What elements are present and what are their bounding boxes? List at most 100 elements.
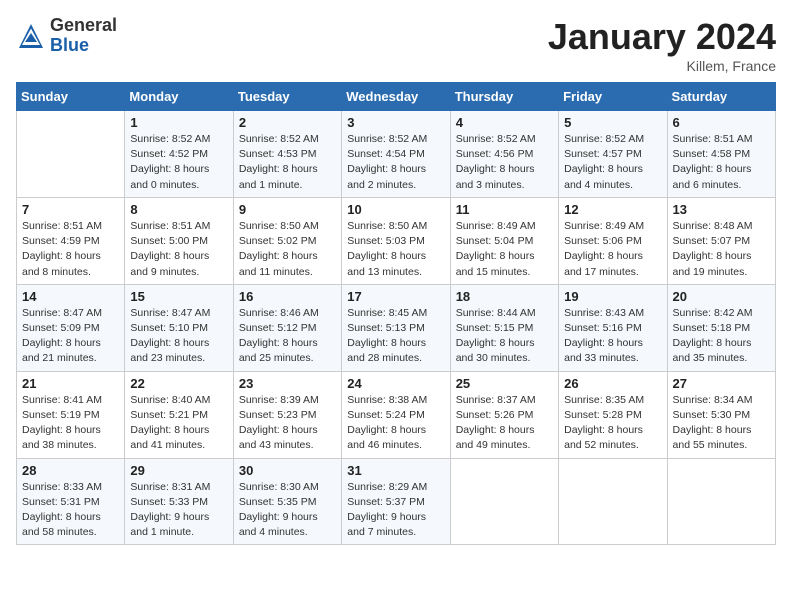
day-cell: 9 Sunrise: 8:50 AM Sunset: 5:02 PM Daylig… bbox=[233, 197, 341, 284]
header-row: SundayMondayTuesdayWednesdayThursdayFrid… bbox=[17, 83, 776, 111]
day-number: 3 bbox=[347, 115, 444, 130]
day-cell: 20Sunrise: 8:42 AM Sunset: 5:18 PM Dayli… bbox=[667, 284, 775, 371]
day-cell: 29Sunrise: 8:31 AM Sunset: 5:33 PM Dayli… bbox=[125, 458, 233, 545]
day-info: Sunrise: 8:30 AM Sunset: 5:35 PM Dayligh… bbox=[239, 480, 336, 541]
day-info: Sunrise: 8:33 AM Sunset: 5:31 PM Dayligh… bbox=[22, 480, 119, 541]
day-number: 24 bbox=[347, 376, 444, 391]
day-cell: 7 Sunrise: 8:51 AM Sunset: 4:59 PM Daylig… bbox=[17, 197, 125, 284]
day-cell: 10 Sunrise: 8:50 AM Sunset: 5:03 PM Dayli… bbox=[342, 197, 450, 284]
day-cell: 22Sunrise: 8:40 AM Sunset: 5:21 PM Dayli… bbox=[125, 371, 233, 458]
day-number: 18 bbox=[456, 289, 553, 304]
column-header-friday: Friday bbox=[559, 83, 667, 111]
day-info: Sunrise: 8:37 AM Sunset: 5:26 PM Dayligh… bbox=[456, 393, 553, 454]
column-header-thursday: Thursday bbox=[450, 83, 558, 111]
title-block: January 2024 Killem, France bbox=[548, 16, 776, 74]
logo: General Blue bbox=[16, 16, 117, 56]
day-number: 28 bbox=[22, 463, 119, 478]
day-number: 7 bbox=[22, 202, 119, 217]
day-info: Sunrise: 8:44 AM Sunset: 5:15 PM Dayligh… bbox=[456, 306, 553, 367]
day-number: 23 bbox=[239, 376, 336, 391]
calendar-table: SundayMondayTuesdayWednesdayThursdayFrid… bbox=[16, 82, 776, 545]
day-number: 29 bbox=[130, 463, 227, 478]
day-info: Sunrise: 8:51 AM Sunset: 4:58 PM Dayligh… bbox=[673, 132, 770, 193]
calendar-body: 1 Sunrise: 8:52 AM Sunset: 4:52 PM Daylig… bbox=[17, 111, 776, 545]
day-number: 25 bbox=[456, 376, 553, 391]
day-number: 8 bbox=[130, 202, 227, 217]
day-cell: 17 Sunrise: 8:45 AM Sunset: 5:13 PM Dayli… bbox=[342, 284, 450, 371]
day-cell: 5 Sunrise: 8:52 AM Sunset: 4:57 PM Daylig… bbox=[559, 111, 667, 198]
day-cell bbox=[17, 111, 125, 198]
day-cell: 30Sunrise: 8:30 AM Sunset: 5:35 PM Dayli… bbox=[233, 458, 341, 545]
day-cell: 19Sunrise: 8:43 AM Sunset: 5:16 PM Dayli… bbox=[559, 284, 667, 371]
week-row-1: 1 Sunrise: 8:52 AM Sunset: 4:52 PM Daylig… bbox=[17, 111, 776, 198]
day-info: Sunrise: 8:35 AM Sunset: 5:28 PM Dayligh… bbox=[564, 393, 661, 454]
day-number: 2 bbox=[239, 115, 336, 130]
day-cell: 25 Sunrise: 8:37 AM Sunset: 5:26 PM Dayli… bbox=[450, 371, 558, 458]
day-info: Sunrise: 8:38 AM Sunset: 5:24 PM Dayligh… bbox=[347, 393, 444, 454]
day-cell: 14Sunrise: 8:47 AM Sunset: 5:09 PM Dayli… bbox=[17, 284, 125, 371]
day-cell: 4Sunrise: 8:52 AM Sunset: 4:56 PM Daylig… bbox=[450, 111, 558, 198]
page-header: General Blue January 2024 Killem, France bbox=[16, 16, 776, 74]
location: Killem, France bbox=[548, 58, 776, 74]
day-info: Sunrise: 8:49 AM Sunset: 5:06 PM Dayligh… bbox=[564, 219, 661, 280]
day-cell: 15 Sunrise: 8:47 AM Sunset: 5:10 PM Dayli… bbox=[125, 284, 233, 371]
day-number: 26 bbox=[564, 376, 661, 391]
day-number: 16 bbox=[239, 289, 336, 304]
day-number: 31 bbox=[347, 463, 444, 478]
day-cell bbox=[667, 458, 775, 545]
day-info: Sunrise: 8:29 AM Sunset: 5:37 PM Dayligh… bbox=[347, 480, 444, 541]
month-title: January 2024 bbox=[548, 16, 776, 58]
day-number: 5 bbox=[564, 115, 661, 130]
day-info: Sunrise: 8:40 AM Sunset: 5:21 PM Dayligh… bbox=[130, 393, 227, 454]
day-number: 17 bbox=[347, 289, 444, 304]
day-number: 27 bbox=[673, 376, 770, 391]
day-number: 20 bbox=[673, 289, 770, 304]
logo-blue: Blue bbox=[50, 36, 117, 56]
column-header-sunday: Sunday bbox=[17, 83, 125, 111]
day-cell: 3 Sunrise: 8:52 AM Sunset: 4:54 PM Daylig… bbox=[342, 111, 450, 198]
day-info: Sunrise: 8:34 AM Sunset: 5:30 PM Dayligh… bbox=[673, 393, 770, 454]
day-info: Sunrise: 8:45 AM Sunset: 5:13 PM Dayligh… bbox=[347, 306, 444, 367]
day-cell: 13 Sunrise: 8:48 AM Sunset: 5:07 PM Dayli… bbox=[667, 197, 775, 284]
calendar-header: SundayMondayTuesdayWednesdayThursdayFrid… bbox=[17, 83, 776, 111]
day-info: Sunrise: 8:41 AM Sunset: 5:19 PM Dayligh… bbox=[22, 393, 119, 454]
day-info: Sunrise: 8:52 AM Sunset: 4:52 PM Dayligh… bbox=[130, 132, 227, 193]
day-info: Sunrise: 8:49 AM Sunset: 5:04 PM Dayligh… bbox=[456, 219, 553, 280]
column-header-tuesday: Tuesday bbox=[233, 83, 341, 111]
day-number: 13 bbox=[673, 202, 770, 217]
day-number: 14 bbox=[22, 289, 119, 304]
day-cell: 28 Sunrise: 8:33 AM Sunset: 5:31 PM Dayli… bbox=[17, 458, 125, 545]
day-info: Sunrise: 8:47 AM Sunset: 5:10 PM Dayligh… bbox=[130, 306, 227, 367]
day-cell bbox=[450, 458, 558, 545]
day-info: Sunrise: 8:52 AM Sunset: 4:57 PM Dayligh… bbox=[564, 132, 661, 193]
day-cell: 11 Sunrise: 8:49 AM Sunset: 5:04 PM Dayli… bbox=[450, 197, 558, 284]
day-cell: 8Sunrise: 8:51 AM Sunset: 5:00 PM Daylig… bbox=[125, 197, 233, 284]
day-cell: 2 Sunrise: 8:52 AM Sunset: 4:53 PM Daylig… bbox=[233, 111, 341, 198]
day-number: 1 bbox=[130, 115, 227, 130]
logo-text: General Blue bbox=[50, 16, 117, 56]
day-cell: 21 Sunrise: 8:41 AM Sunset: 5:19 PM Dayli… bbox=[17, 371, 125, 458]
day-info: Sunrise: 8:52 AM Sunset: 4:54 PM Dayligh… bbox=[347, 132, 444, 193]
day-number: 9 bbox=[239, 202, 336, 217]
day-cell: 23Sunrise: 8:39 AM Sunset: 5:23 PM Dayli… bbox=[233, 371, 341, 458]
day-info: Sunrise: 8:51 AM Sunset: 4:59 PM Dayligh… bbox=[22, 219, 119, 280]
day-info: Sunrise: 8:50 AM Sunset: 5:03 PM Dayligh… bbox=[347, 219, 444, 280]
week-row-4: 21 Sunrise: 8:41 AM Sunset: 5:19 PM Dayli… bbox=[17, 371, 776, 458]
day-cell: 24 Sunrise: 8:38 AM Sunset: 5:24 PM Dayli… bbox=[342, 371, 450, 458]
day-cell: 26 Sunrise: 8:35 AM Sunset: 5:28 PM Dayli… bbox=[559, 371, 667, 458]
day-number: 12 bbox=[564, 202, 661, 217]
day-number: 15 bbox=[130, 289, 227, 304]
day-info: Sunrise: 8:50 AM Sunset: 5:02 PM Dayligh… bbox=[239, 219, 336, 280]
day-info: Sunrise: 8:52 AM Sunset: 4:56 PM Dayligh… bbox=[456, 132, 553, 193]
day-cell bbox=[559, 458, 667, 545]
day-cell: 27 Sunrise: 8:34 AM Sunset: 5:30 PM Dayli… bbox=[667, 371, 775, 458]
day-number: 11 bbox=[456, 202, 553, 217]
day-info: Sunrise: 8:46 AM Sunset: 5:12 PM Dayligh… bbox=[239, 306, 336, 367]
day-info: Sunrise: 8:52 AM Sunset: 4:53 PM Dayligh… bbox=[239, 132, 336, 193]
logo-icon bbox=[16, 21, 46, 51]
day-number: 21 bbox=[22, 376, 119, 391]
day-info: Sunrise: 8:43 AM Sunset: 5:16 PM Dayligh… bbox=[564, 306, 661, 367]
day-info: Sunrise: 8:48 AM Sunset: 5:07 PM Dayligh… bbox=[673, 219, 770, 280]
day-cell: 16 Sunrise: 8:46 AM Sunset: 5:12 PM Dayli… bbox=[233, 284, 341, 371]
day-number: 10 bbox=[347, 202, 444, 217]
